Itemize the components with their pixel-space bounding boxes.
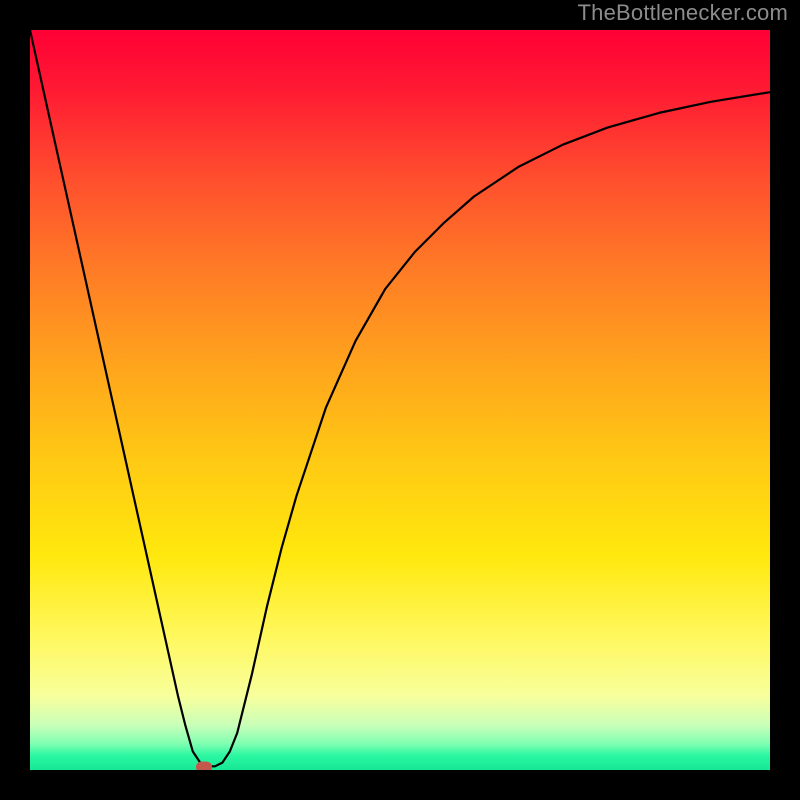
plot-area bbox=[30, 30, 770, 770]
minimum-marker bbox=[196, 762, 212, 770]
curve-svg bbox=[30, 30, 770, 770]
chart-frame: TheBottlenecker.com bbox=[0, 0, 800, 800]
watermark-text: TheBottlenecker.com bbox=[578, 0, 788, 26]
bottleneck-curve bbox=[30, 30, 770, 766]
